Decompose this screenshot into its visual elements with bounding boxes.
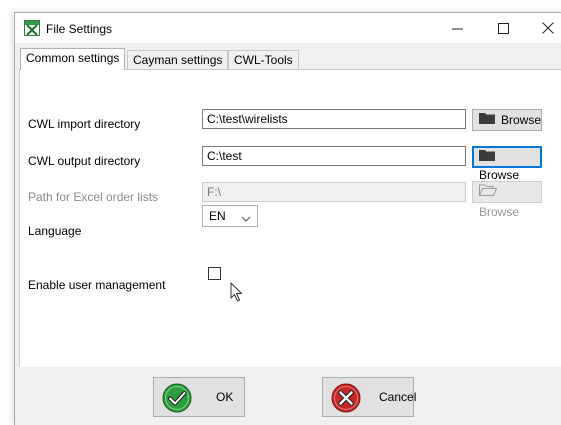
cancel-x-icon xyxy=(331,383,361,416)
ok-button[interactable]: OK xyxy=(153,377,245,417)
check-icon xyxy=(162,383,192,416)
folder-icon xyxy=(479,110,495,130)
tab-cayman-settings[interactable]: Cayman settings xyxy=(127,50,229,69)
tab-cwl-tools[interactable]: CWL-Tools xyxy=(228,50,299,69)
user-management-label: Enable user management xyxy=(28,278,166,292)
output-dir-label: CWL output directory xyxy=(28,154,141,168)
folder-open-icon xyxy=(478,182,498,202)
browse-label: Browse xyxy=(501,113,542,127)
language-value: EN xyxy=(209,209,226,223)
import-dir-label: CWL import directory xyxy=(28,117,141,131)
cancel-label: Cancel xyxy=(379,390,417,404)
language-select[interactable]: EN xyxy=(202,205,258,227)
output-dir-browse-button[interactable]: Browse xyxy=(472,146,542,182)
browse-label: Browse xyxy=(479,205,520,219)
close-icon xyxy=(542,22,554,34)
excel-icon xyxy=(24,20,40,36)
excel-path-browse-button: Browse xyxy=(472,181,542,219)
excel-path-input: F:\ xyxy=(202,182,466,202)
window-title: File Settings xyxy=(46,22,113,36)
folder-icon xyxy=(479,148,495,166)
cancel-button[interactable]: Cancel xyxy=(322,377,417,417)
title-bar[interactable]: File Settings xyxy=(15,13,561,43)
import-dir-input[interactable]: C:\test\wirelists xyxy=(202,109,466,129)
file-settings-window: File Settings Common settings Cayman set… xyxy=(14,12,561,425)
tab-common-settings[interactable]: Common settings xyxy=(20,48,126,70)
close-button[interactable] xyxy=(525,13,561,43)
browse-label: Browse xyxy=(479,168,520,182)
mouse-cursor-icon xyxy=(230,282,244,305)
language-label: Language xyxy=(28,224,82,238)
user-management-checkbox[interactable] xyxy=(208,267,221,280)
common-settings-panel: CWL import directory C:\test\wirelists B… xyxy=(19,69,561,367)
tab-strip: Common settings Cayman settings CWL-Tool… xyxy=(20,48,561,70)
dialog-footer: OK Cancel xyxy=(15,367,561,425)
maximize-button[interactable] xyxy=(480,13,526,43)
excel-path-label: Path for Excel order lists xyxy=(28,190,159,204)
output-dir-input[interactable]: C:\test xyxy=(202,146,466,166)
minimize-button[interactable] xyxy=(434,13,480,43)
chevron-down-icon xyxy=(241,210,251,230)
minimize-icon xyxy=(451,28,463,30)
maximize-icon xyxy=(497,22,509,34)
ok-label: OK xyxy=(216,390,234,404)
import-dir-browse-button[interactable]: Browse xyxy=(472,109,542,131)
